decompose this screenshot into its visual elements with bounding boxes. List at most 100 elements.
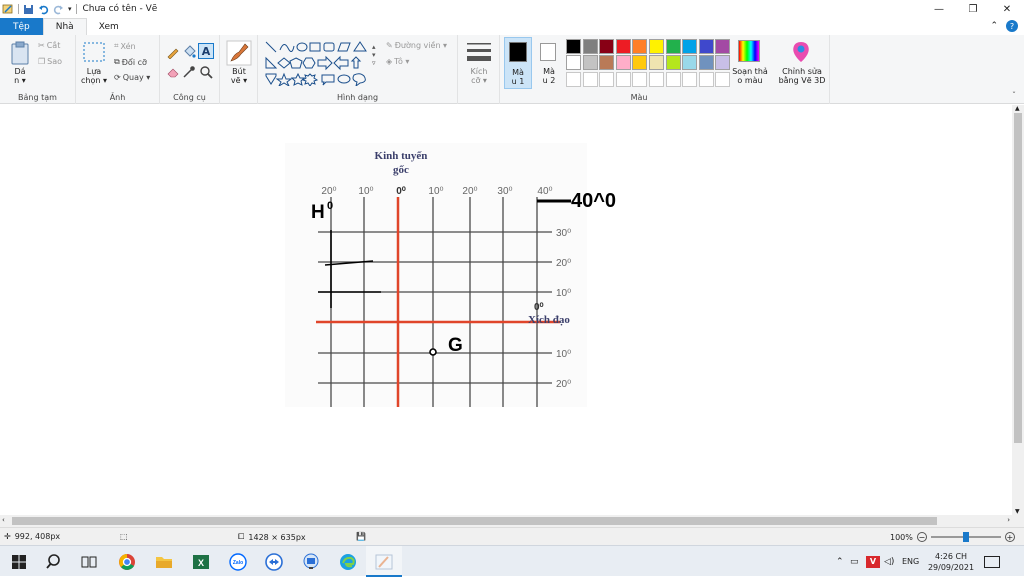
size-button[interactable]: Kích cỡ ▾ — [462, 67, 496, 85]
eraser-icon[interactable] — [166, 65, 180, 79]
shapes-gallery[interactable] — [264, 40, 380, 86]
chrome-icon[interactable] — [117, 552, 137, 572]
tab-view[interactable]: Xem — [87, 18, 131, 35]
custom-color-swatch[interactable] — [649, 72, 664, 87]
magnifier-icon[interactable] — [199, 65, 213, 79]
copy-button[interactable]: ❐ Sao — [38, 57, 62, 66]
scroll-left-icon[interactable]: ‹ — [2, 516, 5, 524]
zalo-icon[interactable]: Zalo — [228, 552, 248, 572]
custom-color-swatch[interactable] — [615, 72, 631, 87]
collapse-ribbon-icon[interactable]: ⌃ — [990, 21, 998, 31]
pencil-icon[interactable] — [166, 45, 180, 59]
map-grid-drawing[interactable]: Kinh tuyến gốc 20⁰ 10⁰ 0⁰ 10⁰ 20⁰ 30⁰ 40… — [0, 105, 1012, 515]
paint-app-icon[interactable] — [2, 3, 14, 15]
tab-file[interactable]: Tệp — [0, 18, 43, 35]
brushes-button[interactable]: Bút vẽ ▾ — [224, 67, 254, 85]
shapes-scroll-icon[interactable]: ▴ ▾ ▿ — [372, 43, 376, 67]
restore-button[interactable]: ❐ — [956, 0, 990, 18]
color-swatch[interactable] — [582, 55, 598, 70]
color-swatch[interactable] — [615, 39, 631, 54]
horizontal-scroll-thumb[interactable] — [12, 517, 937, 525]
color-swatch[interactable] — [632, 39, 648, 54]
tray-expand-icon[interactable]: ⌃ — [836, 557, 850, 567]
horizontal-scrollbar[interactable]: ‹ › — [0, 515, 1012, 527]
file-explorer-icon[interactable] — [154, 552, 174, 572]
undo-icon[interactable] — [38, 4, 49, 15]
redo-icon[interactable] — [53, 4, 64, 15]
resize-button[interactable]: ⧉ Đổi cỡ — [114, 57, 147, 67]
select-icon[interactable] — [82, 41, 106, 63]
color-swatch[interactable] — [682, 39, 698, 54]
color-swatch[interactable] — [698, 39, 714, 54]
customize-quick-access-icon[interactable]: ▾ — [68, 5, 72, 13]
help-icon[interactable]: ? — [1006, 20, 1018, 32]
zoom-slider[interactable] — [930, 532, 1001, 542]
color-swatch[interactable] — [632, 55, 648, 70]
excel-icon[interactable]: X — [191, 552, 211, 572]
teamviewer-icon[interactable] — [264, 552, 284, 572]
fill-bucket-icon[interactable] — [182, 45, 196, 59]
line-size-icon[interactable] — [466, 41, 492, 63]
volume-icon[interactable]: ◁) — [884, 557, 902, 567]
color-swatch[interactable] — [566, 55, 581, 70]
ribbon-expand-icon[interactable]: ˇ — [1012, 91, 1016, 100]
custom-color-swatch[interactable] — [665, 72, 681, 87]
custom-color-swatch[interactable] — [599, 72, 615, 87]
custom-color-swatch[interactable] — [566, 72, 581, 87]
paste-icon[interactable] — [10, 41, 30, 65]
close-button[interactable]: ✕ — [990, 0, 1024, 18]
windows-start-icon[interactable] — [9, 552, 29, 572]
tab-home[interactable]: Nhà — [42, 18, 87, 35]
rotate-button[interactable]: ⟳ Quay ▾ — [114, 73, 150, 82]
color-swatch[interactable] — [599, 55, 615, 70]
color-swatch[interactable] — [615, 55, 631, 70]
brush-icon[interactable] — [226, 40, 252, 66]
color-swatch[interactable] — [649, 39, 664, 54]
network-icon[interactable]: ▭ — [850, 557, 866, 567]
color-swatch[interactable] — [649, 55, 664, 70]
paint3d-button[interactable]: Chỉnh sửa bằng Vẽ 3D — [774, 67, 830, 85]
custom-color-swatch[interactable] — [582, 72, 598, 87]
color-swatch[interactable] — [665, 39, 681, 54]
color-swatch[interactable] — [682, 55, 698, 70]
paint3d-icon[interactable] — [790, 40, 812, 64]
paste-button[interactable]: Dá n ▾ — [8, 67, 32, 85]
zoom-out-icon[interactable]: − — [916, 532, 927, 542]
outline-button[interactable]: ✎ Đường viền ▾ — [386, 41, 447, 50]
clock[interactable]: 4:26 CH 29/09/2021 — [928, 551, 974, 573]
text-tool-icon[interactable]: A — [198, 43, 214, 59]
vertical-scroll-thumb[interactable] — [1014, 113, 1022, 443]
custom-color-swatch[interactable] — [698, 72, 714, 87]
zoom-in-icon[interactable]: + — [1004, 532, 1015, 542]
vertical-scrollbar[interactable]: ▲ ▼ — [1012, 105, 1024, 515]
custom-color-swatch[interactable] — [682, 72, 698, 87]
color-swatch[interactable] — [665, 55, 681, 70]
scroll-up-icon[interactable]: ▲ — [1015, 105, 1020, 112]
cut-button[interactable]: ✂ Cắt — [38, 41, 60, 50]
edge-icon[interactable] — [338, 552, 358, 572]
remote-desktop-icon[interactable] — [301, 552, 321, 572]
color-swatch[interactable] — [566, 39, 581, 54]
minimize-button[interactable]: — — [922, 0, 956, 18]
zoom-slider-thumb[interactable] — [962, 532, 969, 542]
color-swatch[interactable] — [582, 39, 598, 54]
input-language[interactable]: ENG — [902, 557, 928, 566]
color-swatch[interactable] — [715, 55, 731, 70]
color-picker-icon[interactable] — [182, 65, 196, 79]
crop-button[interactable]: ⌗ Xén — [114, 41, 136, 51]
scroll-down-icon[interactable]: ▼ — [1015, 508, 1020, 515]
custom-color-swatch[interactable] — [632, 72, 648, 87]
color-swatch[interactable] — [599, 39, 615, 54]
edit-colors-button[interactable]: Soạn thả o màu — [730, 67, 770, 85]
color-1-button[interactable]: Mà u 1 — [504, 37, 532, 89]
scroll-right-icon[interactable]: › — [1007, 516, 1010, 524]
search-icon[interactable] — [45, 552, 65, 572]
task-view-icon[interactable] — [79, 552, 99, 572]
save-icon[interactable] — [23, 4, 34, 15]
select-button[interactable]: Lựa chọn ▾ — [78, 67, 110, 85]
custom-color-swatch[interactable] — [715, 72, 731, 87]
rainbow-icon[interactable] — [738, 40, 760, 62]
antivirus-icon[interactable]: V — [866, 555, 880, 568]
color-swatch[interactable] — [698, 55, 714, 70]
notification-icon[interactable] — [984, 555, 1000, 568]
